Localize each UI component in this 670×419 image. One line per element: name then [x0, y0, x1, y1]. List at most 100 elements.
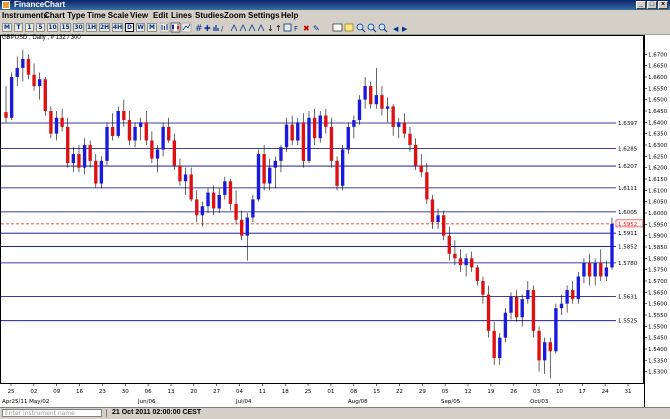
- candle-body: [498, 337, 502, 359]
- zoom-reset-icon[interactable]: [378, 23, 388, 33]
- candle-body: [32, 74, 36, 87]
- price-tick-label: 1.5300: [648, 370, 668, 376]
- toolbar-button-m[interactable]: M: [2, 23, 12, 32]
- candle-body: [385, 106, 390, 109]
- volume-icon[interactable]: [213, 25, 219, 31]
- horizontal-line-label: 1.6397: [618, 121, 638, 127]
- crosshair-icon[interactable]: ✚: [204, 24, 211, 33]
- toolbar-button-month[interactable]: M: [147, 23, 157, 32]
- toolbar-button-30[interactable]: 30: [73, 23, 84, 32]
- candle-body: [245, 217, 249, 236]
- menu-studies[interactable]: Studies: [195, 10, 224, 21]
- price-tick-label: 1.6350: [648, 132, 668, 138]
- toolbar-button-2h[interactable]: 2H: [99, 23, 110, 32]
- menu-lines[interactable]: Lines: [171, 10, 192, 21]
- price-tick-label: 1.6500: [648, 98, 668, 104]
- toolbar-button-5[interactable]: 5: [36, 23, 45, 32]
- menu-zoom[interactable]: Zoom: [224, 10, 246, 21]
- candle-body: [492, 330, 496, 359]
- close-button[interactable]: ×: [658, 1, 668, 9]
- day-label: 26: [510, 389, 517, 395]
- price-tick-label: 1.5850: [648, 245, 668, 251]
- toolbar-button-15[interactable]: 15: [60, 23, 71, 32]
- menu-help[interactable]: Help: [281, 10, 298, 21]
- day-label: 17: [579, 389, 586, 395]
- candle-body: [195, 199, 199, 216]
- scroll-right-icon[interactable]: ▶: [402, 25, 408, 33]
- toolbar-button-d[interactable]: D: [125, 23, 134, 32]
- candle-body: [189, 174, 193, 200]
- plot-frame: [0, 35, 644, 384]
- candle-body: [520, 299, 524, 318]
- price-axis[interactable]: 1.6700 1.6650 1.6600 1.6550 1.6500 1.6450 1.64…: [644, 35, 670, 407]
- scroll-left-icon[interactable]: ◀: [393, 25, 399, 33]
- toolbar: M T 1 5 10 15 30 1H 2H 4H D W M # ✚ ∕ ↓ …: [0, 21, 670, 35]
- menu-instruments[interactable]: Instruments: [2, 10, 48, 21]
- candle-body: [122, 111, 126, 121]
- bar-chart-icon[interactable]: [160, 22, 170, 33]
- arrow-down-icon[interactable]: ↓: [267, 24, 274, 33]
- candle-body: [71, 154, 76, 164]
- candle-body: [335, 160, 339, 186]
- candle-body: [206, 192, 210, 207]
- day-label: 03: [533, 389, 540, 395]
- candle-body: [307, 117, 311, 161]
- zoom-out-icon[interactable]: [367, 23, 377, 33]
- toolbar-button-1h[interactable]: 1H: [86, 23, 97, 32]
- menu-time-scale[interactable]: Time Scale: [87, 10, 129, 21]
- horizontal-line-label: 1.5631: [618, 295, 637, 301]
- candle-body: [172, 140, 177, 166]
- candle-body: [155, 149, 160, 159]
- candle-body: [425, 172, 429, 200]
- candle-body: [256, 154, 261, 200]
- day-label: 30: [122, 389, 129, 395]
- horizontal-line-label: 1.6111: [618, 186, 637, 192]
- price-tick-label: 1.5900: [648, 234, 668, 240]
- trendline-icon[interactable]: ∕: [221, 25, 224, 33]
- candle-body: [576, 276, 581, 300]
- candle-body: [239, 219, 244, 236]
- toolbar-button-10[interactable]: 10: [47, 23, 58, 32]
- price-tick-label: 1.6650: [648, 64, 668, 70]
- candle-body: [436, 215, 440, 223]
- grid-icon[interactable]: #: [195, 24, 203, 33]
- candle-body: [138, 122, 143, 127]
- candle-body: [464, 258, 468, 266]
- price-chart[interactable]: 1.6397 1.6285 1.6207 1.6111 1.6005 1.5952 1.59…: [0, 35, 644, 407]
- text-tool-icon[interactable]: ✎: [313, 24, 320, 33]
- arrow-up-icon[interactable]: ↑: [275, 24, 282, 33]
- minimize-button[interactable]: _: [636, 1, 646, 9]
- toolbar-button-w[interactable]: W: [136, 23, 145, 32]
- horizontal-line-label: 1.6207: [618, 164, 638, 170]
- toolbar-button-1[interactable]: 1: [25, 23, 34, 32]
- menu-edit[interactable]: Edit: [153, 10, 168, 21]
- instrument-input[interactable]: Enter instrument name: [2, 409, 102, 417]
- day-label: 31: [625, 389, 632, 395]
- menu-settings[interactable]: Settings: [248, 10, 280, 21]
- candle-body: [346, 126, 350, 150]
- toolbar-button-t[interactable]: T: [14, 23, 23, 32]
- line-chart-icon[interactable]: [181, 22, 192, 33]
- horizontal-line-label: 1.5780: [618, 261, 638, 267]
- candle-body: [94, 160, 98, 184]
- delete-icon[interactable]: ✖: [303, 24, 310, 33]
- price-tick-label: 1.5400: [648, 347, 668, 353]
- menu-view[interactable]: View: [130, 10, 148, 21]
- candle-chart-icon[interactable]: [170, 22, 181, 33]
- zoom-in-icon[interactable]: [356, 23, 366, 33]
- toolbar-button-4h[interactable]: 4H: [112, 23, 123, 32]
- candle-body: [150, 140, 154, 159]
- save-icon[interactable]: [344, 23, 354, 32]
- maximize-button[interactable]: □: [647, 1, 657, 9]
- chart-area[interactable]: 1.6397 1.6285 1.6207 1.6111 1.6005 1.5952 1.59…: [0, 35, 644, 407]
- fibonacci-icon[interactable]: F: [294, 25, 298, 33]
- horizontal-line-label: 1.5525: [618, 319, 638, 325]
- rectangle-icon[interactable]: [283, 23, 292, 32]
- status-bar: Enter instrument name 21 Oct 2011 02:00:…: [0, 407, 670, 419]
- day-label: 15: [373, 389, 380, 395]
- day-label: 24: [602, 389, 609, 395]
- menu-chart-type[interactable]: Chart Type: [44, 10, 85, 21]
- candle-body: [475, 267, 480, 281]
- studies-icons[interactable]: [230, 24, 265, 32]
- print-icon[interactable]: [332, 23, 343, 32]
